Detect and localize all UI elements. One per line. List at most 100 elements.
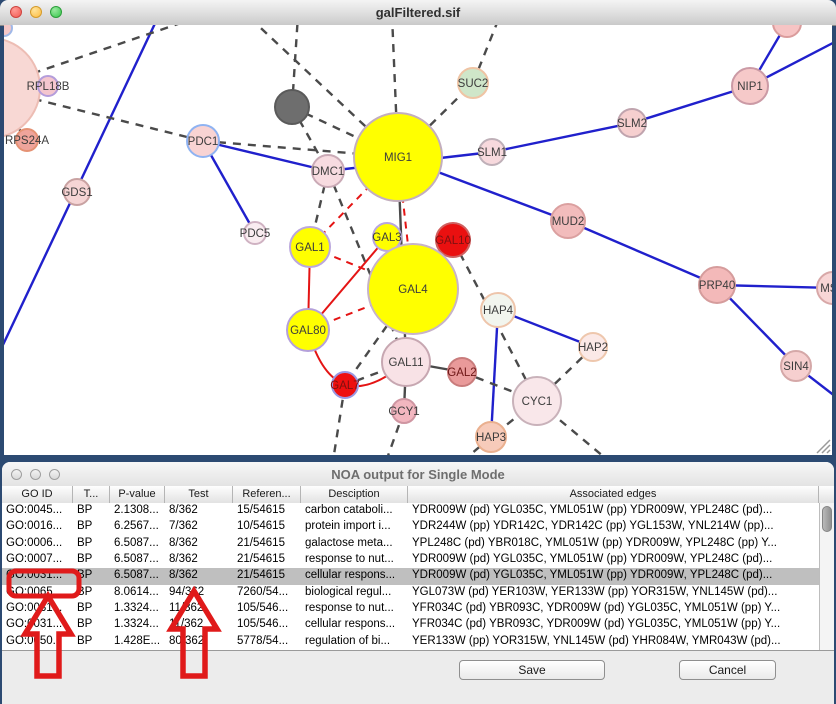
node-label: SLM1 bbox=[477, 147, 507, 159]
table-row[interactable]: GO:0045...BP2.1308...8/36215/54615carbon… bbox=[2, 503, 819, 519]
noa-window: NOA output for Single Mode GO IDT...P-va… bbox=[2, 462, 834, 704]
table-cell: 8/362 bbox=[165, 503, 233, 519]
table-cell: response to nut... bbox=[301, 601, 408, 617]
node-label: SLM2 bbox=[617, 118, 647, 130]
node-PDC5[interactable]: PDC5 bbox=[240, 222, 271, 244]
node-label: GAL3 bbox=[372, 232, 401, 244]
table-cell: 1.428E... bbox=[110, 634, 165, 650]
node-GRAY[interactable] bbox=[275, 90, 309, 124]
node-label: PDC5 bbox=[240, 228, 271, 240]
node-label: GDS1 bbox=[61, 187, 92, 199]
table-row[interactable]: GO:0031...BP1.3324...11/362105/546...res… bbox=[2, 601, 819, 617]
table-cell: response to nut... bbox=[301, 552, 408, 568]
node-HAP3[interactable]: HAP3 bbox=[476, 422, 506, 452]
vertical-scrollbar[interactable] bbox=[819, 503, 834, 650]
node-GAL10[interactable]: GAL10 bbox=[435, 223, 471, 257]
node-label: RPS24A bbox=[5, 135, 49, 147]
table-row[interactable]: GO:0006...BP6.5087...8/36221/54615galact… bbox=[2, 536, 819, 552]
column-header-1[interactable]: T... bbox=[73, 486, 110, 503]
save-button[interactable]: Save bbox=[459, 660, 605, 680]
column-header-3[interactable]: Test bbox=[165, 486, 233, 503]
node-GAL7[interactable]: GAL7 bbox=[330, 372, 359, 398]
node-MSN[interactable]: MSN bbox=[817, 272, 832, 304]
node-label: HAP3 bbox=[476, 432, 506, 444]
node-SIN4[interactable]: SIN4 bbox=[781, 351, 811, 381]
node-GAL80[interactable]: GAL80 bbox=[287, 309, 329, 351]
table-row[interactable]: GO:0031...BP6.5087...8/36221/54615cellul… bbox=[2, 568, 819, 584]
node-GDS1[interactable]: GDS1 bbox=[61, 179, 92, 205]
node-label: SIN4 bbox=[783, 361, 809, 373]
table-cell: 6.5087... bbox=[110, 552, 165, 568]
node-SLM1[interactable]: SLM1 bbox=[477, 139, 507, 165]
node-MIG1[interactable]: MIG1 bbox=[354, 113, 442, 201]
table-cell: YFR034C (pd) YBR093C, YDR009W (pd) YGL03… bbox=[408, 617, 819, 633]
table-cell: galactose meta... bbox=[301, 536, 408, 552]
node-TR1[interactable] bbox=[773, 25, 801, 37]
node-label: GAL1 bbox=[295, 242, 324, 254]
node-SUC2[interactable]: SUC2 bbox=[458, 68, 489, 98]
node-DMC1[interactable]: DMC1 bbox=[312, 155, 345, 187]
scrollbar-thumb[interactable] bbox=[822, 506, 832, 532]
node-PDC1[interactable]: PDC1 bbox=[187, 125, 219, 157]
table-cell: 105/546... bbox=[233, 601, 301, 617]
network-canvas[interactable]: RPL18BRPS24AGDS1PDC1MIG1SUC2SLM1DMC1NIP1… bbox=[4, 25, 832, 455]
table-row[interactable]: GO:0065...BP8.0614...94/3627260/54...bio… bbox=[2, 585, 819, 601]
network-window: galFiltered.sif RPL18BRPS24AGDS1PDC1MIG1… bbox=[0, 0, 836, 455]
table-cell: YDR244W (pp) YDR142C, YDR142C (pp) YGL15… bbox=[408, 519, 819, 535]
table-cell: 6.5087... bbox=[110, 568, 165, 584]
node-NIP1[interactable]: NIP1 bbox=[732, 68, 768, 104]
table-cell: BP bbox=[73, 634, 110, 650]
node-label: CYC1 bbox=[522, 396, 553, 408]
node-GAL4[interactable]: GAL4 bbox=[368, 244, 458, 334]
node-GAL1[interactable]: GAL1 bbox=[290, 227, 330, 267]
cancel-button[interactable]: Cancel bbox=[679, 660, 776, 680]
table-cell: 6.5087... bbox=[110, 536, 165, 552]
table-row[interactable]: GO:0016...BP6.2567...7/36210/54615protei… bbox=[2, 519, 819, 535]
table-cell: BP bbox=[73, 536, 110, 552]
table-cell: GO:0050... bbox=[2, 634, 73, 650]
table-cell: 11/362 bbox=[165, 601, 233, 617]
table-cell: GO:0031... bbox=[2, 568, 73, 584]
node-CORNER[interactable] bbox=[4, 25, 12, 36]
table-row[interactable]: GO:0031...BP1.3324...11/362105/546...cel… bbox=[2, 617, 819, 633]
node-GAL2[interactable]: GAL2 bbox=[447, 358, 476, 386]
table-row[interactable]: GO:0050...BP1.428E...80/3625778/54...reg… bbox=[2, 634, 819, 650]
node-SLM2[interactable]: SLM2 bbox=[617, 109, 647, 137]
table-cell: GO:0031... bbox=[2, 617, 73, 633]
network-nodes: RPL18BRPS24AGDS1PDC1MIG1SUC2SLM1DMC1NIP1… bbox=[4, 25, 832, 452]
noa-window-titlebar[interactable]: NOA output for Single Mode bbox=[2, 462, 834, 487]
table-cell: biological regul... bbox=[301, 585, 408, 601]
node-GAL11[interactable]: GAL11 bbox=[382, 338, 430, 386]
column-header-2[interactable]: P-value bbox=[110, 486, 165, 503]
table-cell: regulation of bi... bbox=[301, 634, 408, 650]
node-label: DMC1 bbox=[312, 166, 345, 178]
node-GCY1[interactable]: GCY1 bbox=[388, 399, 419, 423]
table-cell: GO:0006... bbox=[2, 536, 73, 552]
node-HAP2[interactable]: HAP2 bbox=[578, 333, 608, 361]
noa-table-body: GO:0045...BP2.1308...8/36215/54615carbon… bbox=[2, 503, 819, 650]
resize-grip[interactable] bbox=[817, 440, 830, 453]
table-cell: 5778/54... bbox=[233, 634, 301, 650]
node-PRP40[interactable]: PRP40 bbox=[699, 267, 735, 303]
table-cell: 80/362 bbox=[165, 634, 233, 650]
table-cell: YDR009W (pd) YGL035C, YML051W (pp) YDR00… bbox=[408, 568, 819, 584]
node-CYC1[interactable]: CYC1 bbox=[513, 377, 561, 425]
table-cell: BP bbox=[73, 617, 110, 633]
edge-SLM1-SLM2 bbox=[492, 123, 632, 152]
table-row[interactable]: GO:0007...BP6.5087...8/36221/54615respon… bbox=[2, 552, 819, 568]
column-header-4[interactable]: Referen... bbox=[233, 486, 301, 503]
table-cell: GO:0016... bbox=[2, 519, 73, 535]
table-cell: GO:0007... bbox=[2, 552, 73, 568]
node-label: GAL4 bbox=[398, 284, 428, 296]
network-window-titlebar[interactable]: galFiltered.sif bbox=[0, 0, 836, 26]
table-cell: YPL248C (pd) YBR018C, YML051W (pp) YDR00… bbox=[408, 536, 819, 552]
node-HAP4[interactable]: HAP4 bbox=[481, 293, 515, 327]
network-window-title: galFiltered.sif bbox=[0, 5, 836, 20]
column-header-5[interactable]: Desciption bbox=[301, 486, 408, 503]
edge-HAP4-HAP3 bbox=[491, 310, 498, 437]
column-header-0[interactable]: GO ID bbox=[2, 486, 73, 503]
table-cell: 21/54615 bbox=[233, 552, 301, 568]
node-MUD2[interactable]: MUD2 bbox=[551, 204, 585, 238]
table-cell: 8/362 bbox=[165, 568, 233, 584]
column-header-6[interactable]: Associated edges bbox=[408, 486, 819, 503]
